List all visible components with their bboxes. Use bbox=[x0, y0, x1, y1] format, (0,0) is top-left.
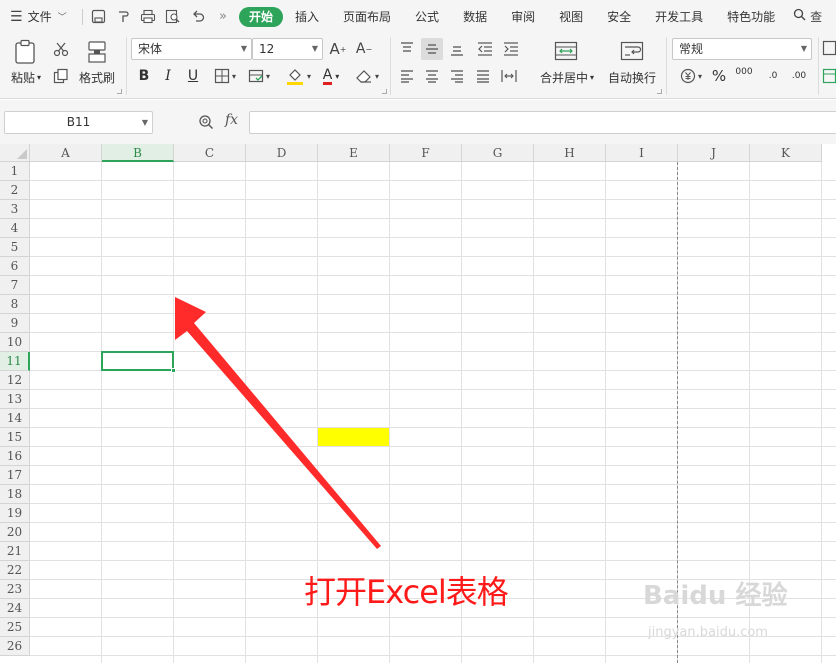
baidu-watermark-url: jingyan.baidu.com bbox=[648, 625, 768, 640]
red-annotation-arrow bbox=[175, 297, 381, 549]
annotation-text: 打开Excel表格 bbox=[304, 573, 509, 611]
baidu-watermark: Baidu 经验 bbox=[643, 581, 788, 611]
